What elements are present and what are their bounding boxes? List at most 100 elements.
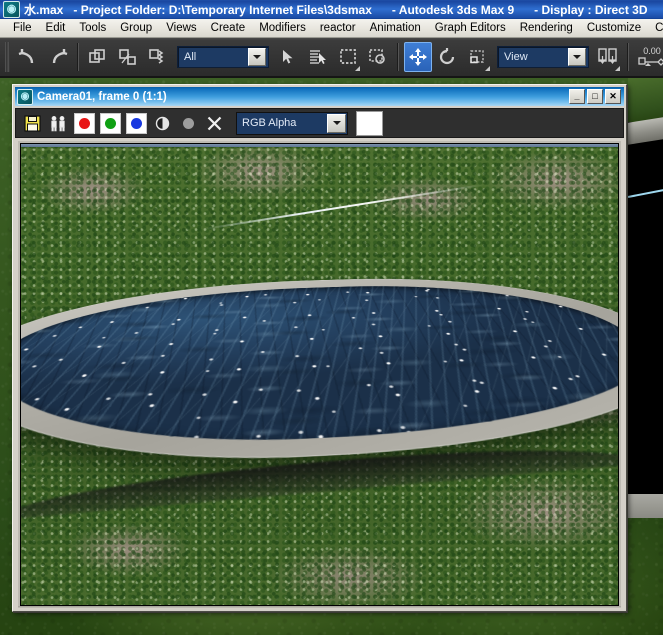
selection-filter-combo[interactable]: All: [177, 46, 269, 68]
monochrome-channel-button[interactable]: [152, 113, 173, 134]
menu-item-tools[interactable]: Tools: [72, 21, 113, 35]
3dsmax-logo-icon-small: ◉: [17, 89, 33, 105]
clear-icon: [206, 115, 223, 132]
select-and-scale-button[interactable]: [464, 42, 492, 72]
close-button[interactable]: ✕: [605, 89, 621, 104]
select-object-button[interactable]: [274, 42, 302, 72]
use-pivot-point-center-icon: [596, 47, 620, 67]
spinner-snap-toggle-button[interactable]: 0.00: [634, 42, 663, 72]
select-and-uniform-scale-icon: [468, 48, 488, 66]
unlink-selection-button[interactable]: [114, 42, 142, 72]
use-pivot-point-center-button[interactable]: [594, 42, 622, 72]
reference-coordinate-value: View: [498, 48, 568, 66]
window-crossing-icon: [368, 48, 388, 66]
blue-channel-icon: [131, 118, 142, 129]
save-bitmap-icon: [24, 115, 41, 132]
window-controls: _ □ ✕: [569, 89, 624, 104]
redo-button[interactable]: [44, 42, 72, 72]
viewport-selection-edge-highlight: [628, 188, 663, 198]
toolbar-drag-handle[interactable]: [5, 42, 10, 72]
bind-to-space-warp-button[interactable]: [144, 42, 172, 72]
red-channel-icon: [79, 118, 90, 129]
undo-button[interactable]: [14, 42, 42, 72]
selection-filter-value: All: [178, 48, 248, 66]
menu-item-graph-editors[interactable]: Graph Editors: [428, 21, 513, 35]
color-swatch[interactable]: [356, 111, 383, 136]
window-crossing-button[interactable]: [364, 42, 392, 72]
select-and-move-button[interactable]: [404, 42, 432, 72]
clone-rendered-frame-window-button[interactable]: [48, 113, 69, 134]
select-by-name-icon: [308, 48, 328, 66]
red-channel-button[interactable]: [74, 113, 95, 134]
green-channel-icon: [105, 118, 116, 129]
select-and-rotate-icon: [438, 48, 458, 66]
rectangular-selection-region-button[interactable]: [334, 42, 362, 72]
menu-item-rendering[interactable]: Rendering: [513, 21, 580, 35]
blue-channel-button[interactable]: [126, 113, 147, 134]
unlink-selection-icon: [118, 48, 138, 66]
clone-rendered-frame-window-icon: [49, 115, 68, 132]
rendered-frame-window-title-bar[interactable]: ◉ Camera01, frame 0 (1:1) _ □ ✕: [15, 87, 624, 106]
menu-item-file[interactable]: File: [6, 21, 39, 35]
menu-bar: File Edit Tools Group Views Create Modif…: [0, 19, 663, 38]
percent-snap-icon: [637, 56, 663, 68]
minimize-button[interactable]: _: [569, 89, 585, 104]
horizon-sliver: [21, 144, 618, 147]
menu-item-create[interactable]: Create: [204, 21, 253, 35]
spinner-value: 0.00: [637, 47, 663, 56]
select-and-link-button[interactable]: [84, 42, 112, 72]
menu-item-customize[interactable]: Customize: [580, 21, 648, 35]
application-title-bar: ◉ 水.max - Project Folder: D:\Temporary I…: [0, 0, 663, 19]
select-by-name-button[interactable]: [304, 42, 332, 72]
save-bitmap-button[interactable]: [22, 113, 43, 134]
menu-item-edit[interactable]: Edit: [39, 21, 73, 35]
toolbar-separator-3: [627, 43, 629, 71]
monochrome-channel-icon: [155, 116, 170, 131]
chevron-down-icon-2[interactable]: [568, 48, 586, 66]
rectangular-selection-region-icon: [338, 48, 358, 66]
title-product-name: - Autodesk 3ds Max 9: [382, 3, 524, 17]
menu-item-views[interactable]: Views: [159, 21, 203, 35]
viewport-pool-coping: [628, 117, 663, 145]
menu-item-cat[interactable]: CAT: [648, 21, 663, 35]
render-window-status-strip: [18, 606, 621, 607]
menu-item-animation[interactable]: Animation: [363, 21, 428, 35]
flyout-indicator-icon-2: [485, 66, 490, 71]
maximize-button[interactable]: □: [587, 89, 603, 104]
select-and-move-icon: [408, 47, 428, 67]
viewport-right-strip[interactable]: [628, 78, 663, 518]
display-alpha-channel-button[interactable]: [178, 113, 199, 134]
menu-item-reactor[interactable]: reactor: [313, 21, 363, 35]
rendered-frame-window-toolbar: RGB Alpha: [15, 108, 624, 138]
undo-icon: [18, 48, 38, 66]
title-display-driver: - Display : Direct 3D: [524, 3, 657, 17]
redo-icon: [48, 48, 68, 66]
render-image-container: [18, 141, 621, 608]
3dsmax-logo-icon: ◉: [3, 1, 20, 18]
reference-coordinate-system-combo[interactable]: View: [497, 46, 589, 68]
flyout-indicator-icon-3: [615, 66, 620, 71]
chevron-down-icon-3[interactable]: [327, 114, 346, 133]
menu-item-modifiers[interactable]: Modifiers: [252, 21, 313, 35]
rendered-image[interactable]: [20, 143, 619, 606]
title-project-folder: - Project Folder: D:\Temporary Internet …: [63, 3, 382, 17]
select-and-rotate-button[interactable]: [434, 42, 462, 72]
viewport-grass-patch: [628, 78, 663, 122]
viewport-pool-coping-lower: [628, 494, 663, 518]
green-channel-button[interactable]: [100, 113, 121, 134]
bind-to-space-warp-icon: [148, 48, 168, 66]
chevron-down-icon[interactable]: [248, 48, 266, 66]
main-toolbar: All: [0, 38, 663, 78]
title-file-name: 水.max: [24, 1, 63, 18]
rendered-frame-window[interactable]: ◉ Camera01, frame 0 (1:1) _ □ ✕: [12, 84, 627, 612]
clear-button[interactable]: [204, 113, 225, 134]
toolbar-separator: [77, 43, 79, 71]
flyout-indicator-icon: [355, 66, 360, 71]
toolbar-separator-2: [397, 43, 399, 71]
menu-item-group[interactable]: Group: [113, 21, 159, 35]
select-and-link-icon: [88, 48, 108, 66]
select-object-icon: [279, 48, 297, 66]
channel-display-combo[interactable]: RGB Alpha: [236, 112, 348, 135]
display-alpha-channel-icon: [181, 116, 196, 131]
channel-display-value: RGB Alpha: [237, 117, 327, 129]
